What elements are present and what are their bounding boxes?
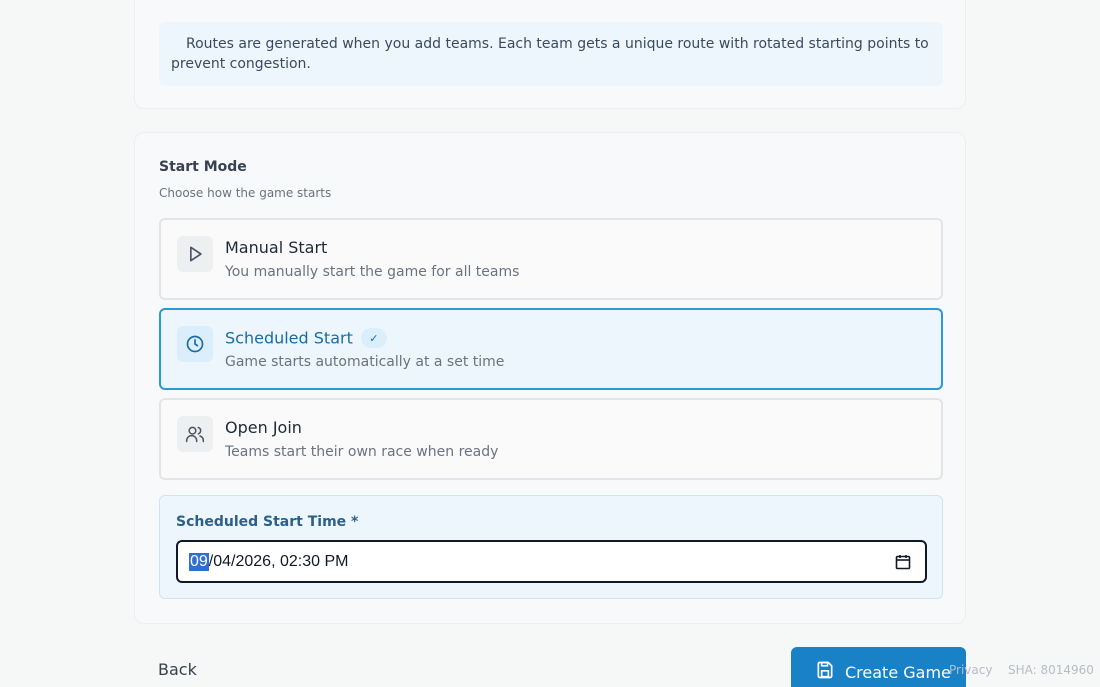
month-segment[interactable]: 09 (189, 552, 209, 571)
option-scheduled-start-desc: Game starts automatically at a set time (225, 354, 505, 370)
option-open-join-desc: Teams start their own race when ready (225, 444, 499, 460)
create-game-label: Create Game (845, 662, 951, 682)
create-game-button[interactable]: Create Game (791, 647, 966, 687)
option-scheduled-start-title-text: Scheduled Start (225, 328, 353, 348)
back-button[interactable]: Back (158, 660, 197, 679)
option-scheduled-start-title: Scheduled Start ✓ (225, 328, 387, 348)
start-mode-card: Start Mode Choose how the game starts Ma… (134, 132, 966, 624)
datetime-rest[interactable]: /04/2026, 02:30 PM (209, 553, 349, 571)
routes-info-line1: Routes are generated when you add teams.… (186, 36, 929, 52)
option-manual-start[interactable]: Manual Start You manually start the game… (159, 218, 943, 300)
selected-check-icon: ✓ (360, 328, 387, 348)
routes-info-box: Routes are generated when you add teams.… (159, 22, 943, 86)
routes-card: Routes are generated when you add teams.… (134, 0, 966, 109)
start-mode-subtitle: Choose how the game starts (159, 186, 332, 200)
create-game-page: Routes are generated when you add teams.… (0, 0, 1100, 687)
option-manual-start-desc: You manually start the game for all team… (225, 264, 520, 280)
scheduled-time-input[interactable]: 09/04/2026, 02:30 PM (176, 540, 927, 583)
routes-info-line2: prevent congestion. (171, 56, 311, 72)
option-manual-start-title: Manual Start (225, 238, 328, 257)
option-scheduled-start[interactable]: Scheduled Start ✓ Game starts automatical… (159, 308, 943, 390)
save-icon (815, 660, 835, 684)
scheduled-time-section: Scheduled Start Time * 09/04/2026, 02:30… (159, 495, 943, 599)
scheduled-time-label: Scheduled Start Time * (176, 514, 359, 530)
option-open-join[interactable]: Open Join Teams start their own race whe… (159, 398, 943, 480)
users-icon (177, 416, 213, 452)
clock-icon (177, 326, 213, 362)
start-mode-title: Start Mode (159, 159, 247, 175)
calendar-icon[interactable] (895, 554, 911, 575)
sha-label: SHA: 8014960 (1008, 663, 1094, 677)
privacy-link[interactable]: Privacy (949, 663, 992, 677)
option-open-join-title: Open Join (225, 418, 302, 437)
play-icon (177, 236, 213, 272)
